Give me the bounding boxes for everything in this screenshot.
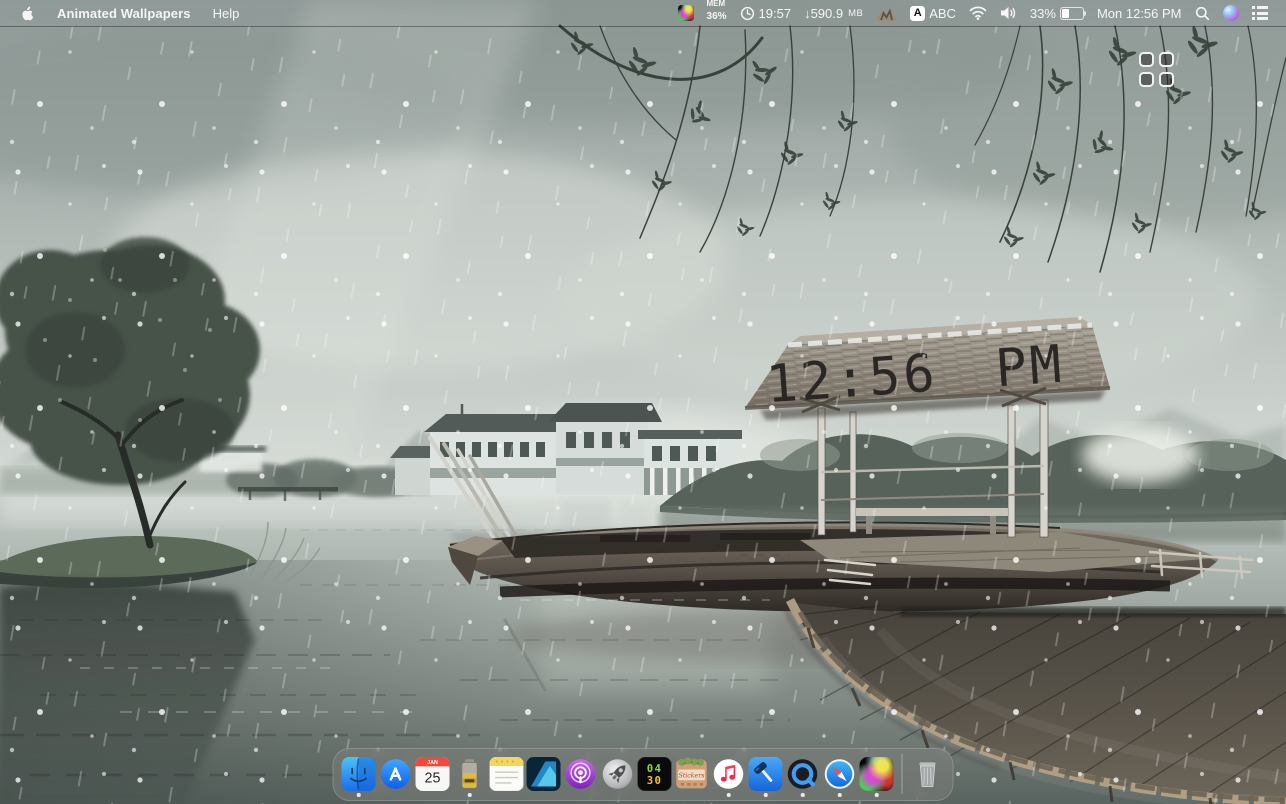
- siri-status-item[interactable]: [1223, 0, 1239, 26]
- launchpad-rocket-icon: [601, 757, 635, 791]
- dock-animated-wallpapers[interactable]: [860, 757, 894, 791]
- mountain-m-icon: [876, 6, 897, 21]
- battery-status-item[interactable]: 33%: [1030, 0, 1084, 26]
- apple-menu[interactable]: [20, 0, 35, 26]
- music-icon: [712, 757, 746, 791]
- dock: JAN 25: [333, 748, 954, 801]
- clock-status-item[interactable]: Mon 12:56 PM: [1097, 0, 1182, 26]
- affinity-designer-icon: [527, 757, 561, 791]
- menu-bar: Animated Wallpapers Help MEM 36% 19:57 ↓…: [0, 0, 1286, 26]
- wallpaper: 12:56 PM: [0, 0, 1286, 804]
- spotlight-search-icon: [1195, 6, 1210, 21]
- dock-finder[interactable]: [342, 757, 376, 791]
- dock-quicktime[interactable]: [786, 757, 820, 791]
- dock-safari[interactable]: [823, 757, 857, 791]
- wifi-icon: [969, 6, 987, 20]
- battery-icon: [1060, 7, 1084, 20]
- running-indicator: [838, 793, 842, 797]
- running-indicator: [801, 793, 805, 797]
- spotlight-status-item[interactable]: [1195, 0, 1210, 26]
- dock-music[interactable]: [712, 757, 746, 791]
- finder-icon: [342, 757, 376, 791]
- notification-list-icon: [1252, 6, 1269, 20]
- notes-icon: [490, 757, 524, 791]
- battery-app-icon: [453, 757, 487, 791]
- notification-center-status-item[interactable]: [1252, 0, 1269, 26]
- dock-notes[interactable]: [490, 757, 524, 791]
- dock-xcode[interactable]: [749, 757, 783, 791]
- dock-podcasts[interactable]: [564, 757, 598, 791]
- dock-affinity-designer[interactable]: [527, 757, 561, 791]
- quicktime-icon: [786, 757, 820, 791]
- grid-cell: [1139, 52, 1154, 67]
- widgets-grid-button[interactable]: [1139, 52, 1177, 90]
- uptime-clock-status-item[interactable]: 19:57: [740, 0, 792, 26]
- menu-app-name[interactable]: Animated Wallpapers: [57, 0, 191, 26]
- dock-calendar[interactable]: JAN 25: [416, 757, 450, 791]
- animated-wallpapers-icon: [860, 757, 894, 791]
- grid-cell: [1139, 72, 1154, 87]
- grid-cell: [1159, 52, 1174, 67]
- wallpaper-app-icon: [678, 5, 694, 21]
- volume-icon: [1000, 6, 1017, 20]
- xcode-icon: [749, 757, 783, 791]
- app-store-icon: [379, 757, 413, 791]
- stickers-icon: Stickers: [675, 757, 709, 791]
- svg-text:04: 04: [647, 762, 663, 775]
- memory-monitor-status-item[interactable]: MEM 36%: [707, 0, 727, 26]
- svg-text:25: 25: [425, 771, 441, 787]
- running-indicator: [468, 793, 472, 797]
- wifi-status-item[interactable]: [969, 0, 987, 26]
- wallpaper-app-status-item[interactable]: [678, 0, 694, 26]
- apple-logo-icon: [20, 5, 35, 22]
- svg-text:JAN: JAN: [427, 760, 438, 766]
- running-indicator: [764, 793, 768, 797]
- dock-launchpad[interactable]: [601, 757, 635, 791]
- dock-trash[interactable]: [911, 757, 945, 791]
- calendar-icon: JAN 25: [416, 757, 450, 791]
- network-speed-status-item[interactable]: ↓590.9MB: [804, 0, 863, 26]
- dock-watch-clock-app[interactable]: 04 30: [638, 757, 672, 791]
- mountain-app-status-item[interactable]: [876, 0, 897, 26]
- running-indicator: [875, 793, 879, 797]
- dock-app-store[interactable]: [379, 757, 413, 791]
- volume-status-item[interactable]: [1000, 0, 1017, 26]
- podcasts-icon: [564, 757, 598, 791]
- dock-divider: [902, 754, 903, 794]
- trash-icon: [911, 757, 945, 791]
- input-source-status-item[interactable]: A ABC: [910, 0, 956, 26]
- grid-cell: [1159, 72, 1174, 87]
- dock-stickers[interactable]: Stickers: [675, 757, 709, 791]
- safari-icon: [823, 757, 857, 791]
- watch-clock-icon: 04 30: [638, 757, 672, 791]
- svg-text:30: 30: [647, 774, 663, 787]
- svg-text:Stickers: Stickers: [679, 772, 705, 779]
- clock-icon: [740, 6, 755, 21]
- running-indicator: [357, 793, 361, 797]
- dock-battery-app[interactable]: [453, 757, 487, 791]
- input-source-badge: A: [910, 6, 925, 21]
- running-indicator: [727, 793, 731, 797]
- menu-help[interactable]: Help: [213, 0, 240, 26]
- siri-icon: [1223, 5, 1239, 21]
